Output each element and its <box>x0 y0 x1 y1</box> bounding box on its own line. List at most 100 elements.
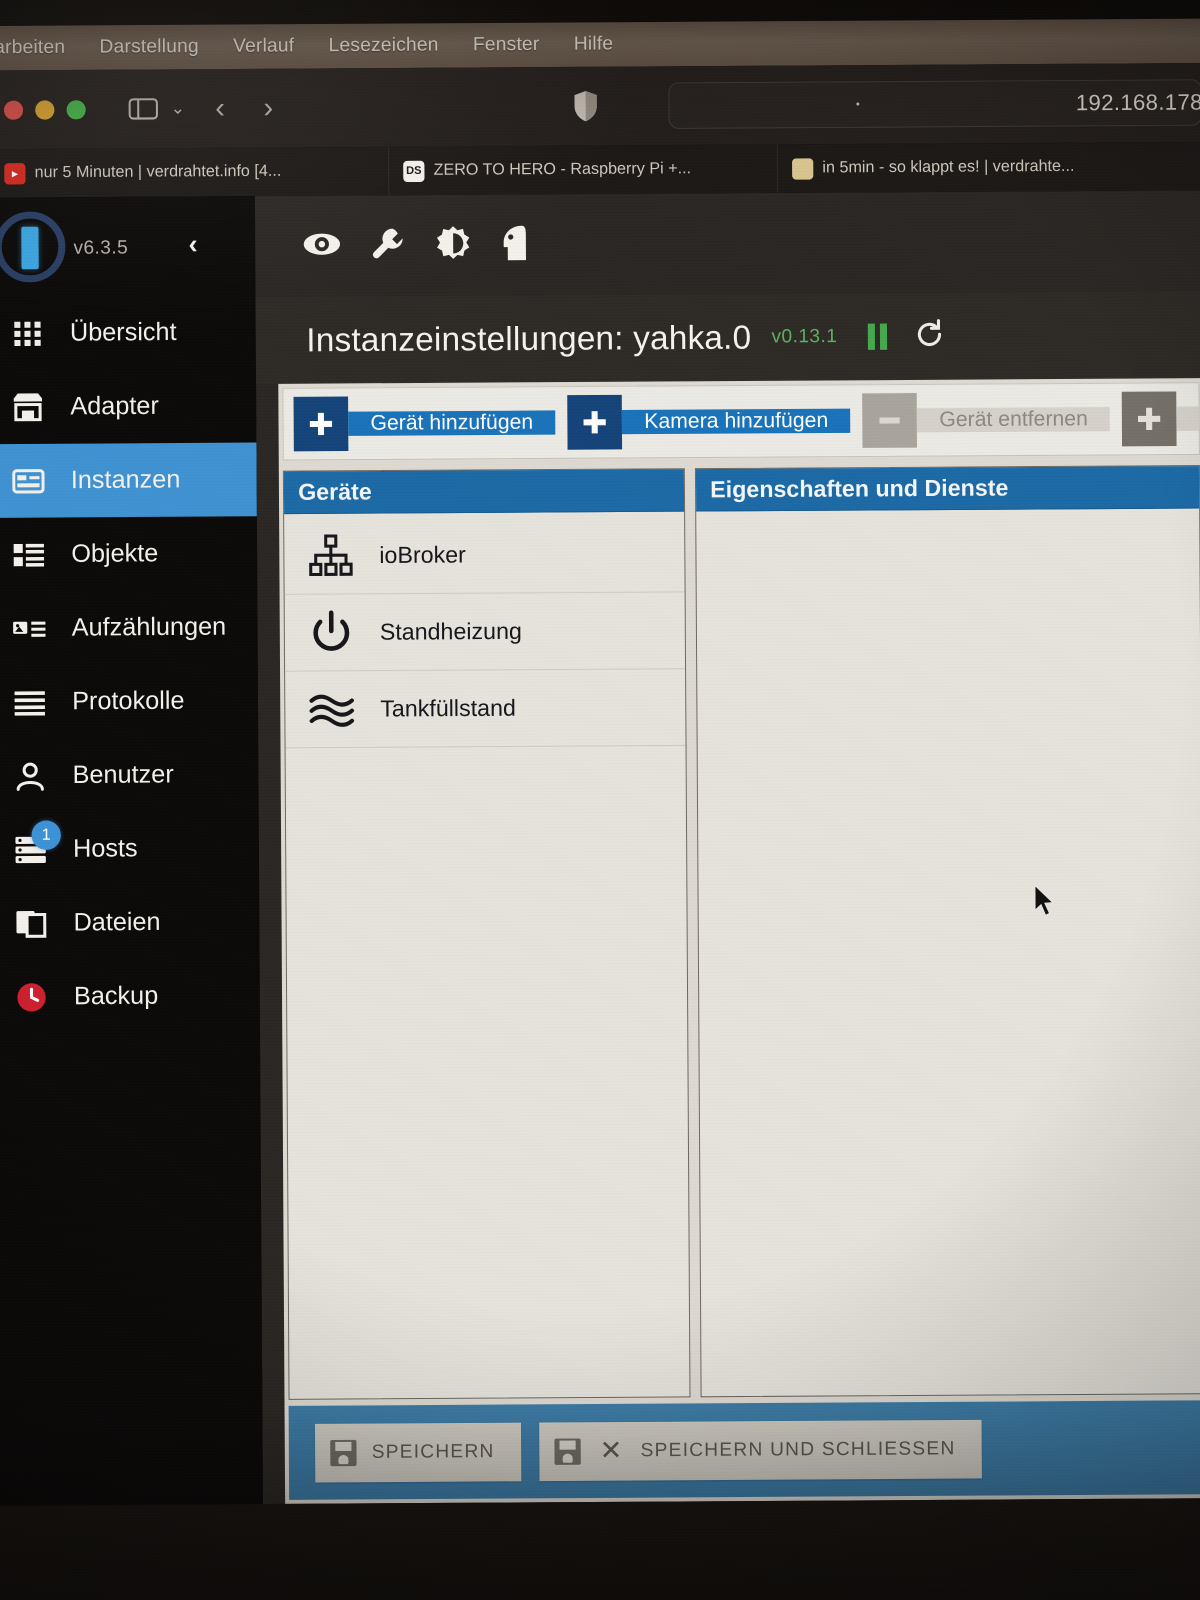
hosts-badge: 1 <box>31 820 61 850</box>
save-icon <box>539 1437 596 1465</box>
plus-icon <box>1122 391 1177 447</box>
address-bar[interactable]: 192.168.178 <box>668 79 1200 129</box>
sidebar-item-label: Instanzen <box>70 465 181 495</box>
refresh-icon[interactable] <box>913 318 946 356</box>
device-label: ioBroker <box>379 541 466 569</box>
theme-brightness-icon[interactable] <box>435 225 472 262</box>
save-icon <box>315 1439 372 1466</box>
objects-list-icon <box>9 540 50 569</box>
pause-icon[interactable] <box>867 323 887 350</box>
browser-tab-1-title: nur 5 Minuten | verdrahtet.info [4... <box>34 162 282 182</box>
chevron-down-icon[interactable]: ⌄ <box>170 99 185 119</box>
sidebar-item-label: Aufzählungen <box>71 612 227 642</box>
menu-item-lesezeichen[interactable]: Lesezeichen <box>311 34 455 57</box>
app-main: Instanzeinstellungen: yahka.0 v0.13.1 Ge… <box>254 190 1200 1505</box>
sidebar-item-label: Backup <box>73 981 159 1011</box>
screen-photo: earbeiten Darstellung Verlauf Lesezeiche… <box>0 0 1200 1600</box>
menu-item-bearbeiten[interactable]: earbeiten <box>0 37 82 60</box>
list-item[interactable]: ioBroker <box>284 515 685 595</box>
instance-config-panel: Gerät hinzufügen Kamera hinzufügen Gerät… <box>278 378 1200 1504</box>
menu-item-darstellung[interactable]: Darstellung <box>82 36 216 59</box>
app-version: v6.3.5 <box>73 237 129 259</box>
device-label: Tankfüllstand <box>380 694 516 722</box>
sidebar-toggle-icon[interactable] <box>128 97 158 121</box>
nav-arrows[interactable]: ‹ › <box>215 91 273 125</box>
menu-item-hilfe[interactable]: Hilfe <box>557 33 631 56</box>
verdrahtet-icon <box>792 157 814 180</box>
devices-panel-header: Geräte <box>283 469 685 515</box>
sidebar-item-label: Übersicht <box>69 317 177 347</box>
sitemap-icon <box>306 532 355 579</box>
sidebar-item-objekte[interactable]: Objekte <box>0 516 257 591</box>
url-text: 192.168.178 <box>1075 89 1200 116</box>
close-x-icon: ✕ <box>599 1435 623 1466</box>
close-window-button[interactable] <box>3 100 24 120</box>
plus-icon <box>293 396 349 452</box>
list-item[interactable]: Tankfüllstand <box>285 669 686 749</box>
forward-arrow-icon[interactable]: › <box>263 91 273 124</box>
sidebar-item-benutzer[interactable]: Benutzer <box>0 737 259 812</box>
properties-panel-header: Eigenschaften und Dienste <box>695 466 1200 512</box>
devices-list[interactable]: ioBroker Standheizung Tankfüllstand <box>284 512 686 749</box>
sidebar-item-protokolle[interactable]: Protokolle <box>0 664 258 739</box>
user-icon <box>10 760 51 791</box>
sidebar-collapse-icon[interactable]: ‹ <box>188 229 197 260</box>
properties-panel: Eigenschaften und Dienste <box>694 465 1200 1398</box>
macos-dock-area: JAN 13 <box>0 1498 1200 1600</box>
add-camera-button[interactable]: Kamera hinzufügen <box>567 393 851 450</box>
sidebar-item-uebersicht[interactable]: Übersicht <box>0 295 256 370</box>
save-button[interactable]: SPEICHERN <box>314 1422 521 1482</box>
page-title: Instanzeinstellungen: yahka.0 <box>306 318 752 359</box>
instance-title-bar: Instanzeinstellungen: yahka.0 v0.13.1 <box>255 291 1200 384</box>
save-label: SPEICHERN <box>371 1440 495 1463</box>
minimize-window-button[interactable] <box>35 99 55 120</box>
browser-tab-1[interactable]: nur 5 Minuten | verdrahtet.info [4... <box>0 146 390 198</box>
sidebar-item-adapter[interactable]: Adapter <box>0 369 256 444</box>
sidebar-item-label: Protokolle <box>72 686 185 716</box>
iobroker-logo <box>0 211 66 283</box>
privacy-shield-icon[interactable] <box>572 90 598 122</box>
menu-item-fenster[interactable]: Fenster <box>456 34 557 57</box>
sidebar-item-hosts[interactable]: 1 Hosts <box>0 811 259 886</box>
sidebar-item-aufzaehlungen[interactable]: Aufzählungen <box>0 590 258 665</box>
add-device-label: Gerät hinzufügen <box>348 410 556 436</box>
sidebar-header: v6.3.5 ‹ <box>0 196 256 297</box>
browser-tab-3-title: in 5min - so klappt es! | verdrahte... <box>822 157 1075 177</box>
synology-icon: DS <box>403 160 425 182</box>
macos-menu-bar[interactable]: earbeiten Darstellung Verlauf Lesezeiche… <box>0 18 1200 71</box>
properties-panel-body <box>696 508 1199 531</box>
config-action-bar: SPEICHERN ✕ SPEICHERN UND SCHLIESSEN <box>288 1400 1200 1500</box>
add-camera-label: Kamera hinzufügen <box>621 408 851 435</box>
sidebar-item-instanzen[interactable]: Instanzen <box>0 442 257 518</box>
list-item[interactable]: Standheizung <box>284 592 686 672</box>
backup-clock-icon <box>11 981 52 1014</box>
sidebar-item-backup[interactable]: Backup <box>0 959 260 1034</box>
device-label: Standheizung <box>379 617 522 645</box>
app-toolbar[interactable] <box>255 190 1200 292</box>
store-icon <box>8 392 49 423</box>
youtube-icon <box>4 162 26 184</box>
window-traffic-lights[interactable] <box>3 99 86 120</box>
menu-item-verlauf[interactable]: Verlauf <box>216 35 312 58</box>
wrench-icon[interactable] <box>370 225 407 262</box>
add-device-button[interactable]: Gerät hinzufügen <box>293 395 556 452</box>
maximize-window-button[interactable] <box>66 99 86 119</box>
fourth-toolbar-label: G <box>1176 406 1200 431</box>
config-toolbar[interactable]: Gerät hinzufügen Kamera hinzufügen Gerät… <box>282 382 1200 461</box>
save-and-close-button[interactable]: ✕ SPEICHERN UND SCHLIESSEN <box>538 1419 982 1481</box>
waves-icon <box>307 689 356 730</box>
browser-tab-bar[interactable]: nur 5 Minuten | verdrahtet.info [4... DS… <box>0 141 1200 198</box>
user-head-icon[interactable] <box>500 223 531 262</box>
back-arrow-icon[interactable]: ‹ <box>215 92 225 125</box>
sidebar-item-dateien[interactable]: Dateien <box>0 885 260 960</box>
sidebar-item-label: Benutzer <box>72 760 174 790</box>
plus-icon <box>567 394 623 450</box>
sidebar-item-label: Adapter <box>70 391 159 421</box>
browser-tab-3[interactable]: in 5min - so klappt es! | verdrahte... <box>778 142 1200 193</box>
browser-tab-2[interactable]: DS ZERO TO HERO - Raspberry Pi +... <box>388 144 779 196</box>
sidebar-item-label: Hosts <box>72 834 138 863</box>
instances-icon <box>8 467 49 496</box>
remove-device-button: Gerät entfernen <box>862 392 1111 448</box>
instance-version: v0.13.1 <box>771 325 838 348</box>
eye-icon[interactable] <box>302 229 343 258</box>
